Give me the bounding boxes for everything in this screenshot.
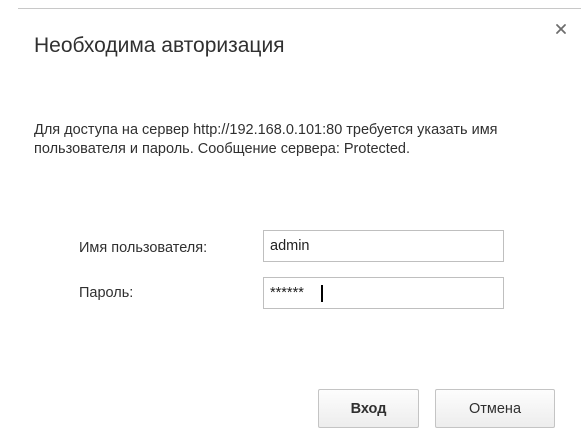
cancel-button[interactable]: Отмена (435, 389, 555, 428)
text-cursor (321, 285, 323, 302)
password-label: Пароль: (79, 285, 134, 301)
top-divider (18, 8, 581, 9)
login-button[interactable]: Вход (318, 389, 419, 428)
dialog-message: Для доступа на сервер http://192.168.0.1… (34, 122, 498, 157)
username-input[interactable] (263, 230, 504, 262)
auth-dialog: Необходима авторизация Для доступа на се… (0, 0, 581, 444)
password-input[interactable] (263, 277, 504, 309)
close-icon[interactable] (554, 22, 568, 36)
username-label: Имя пользователя: (79, 240, 208, 256)
dialog-title: Необходима авторизация (34, 34, 285, 57)
